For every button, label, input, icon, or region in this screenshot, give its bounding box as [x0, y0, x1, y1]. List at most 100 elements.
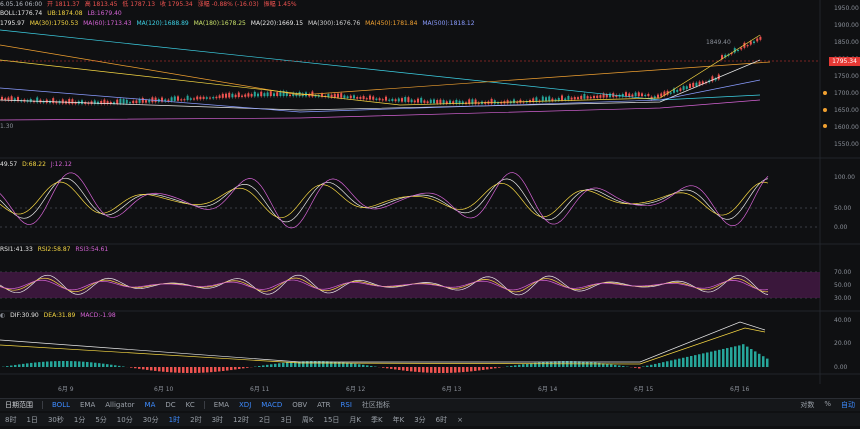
- indicator-boll-button[interactable]: BOLL: [52, 401, 70, 409]
- candle-body: [634, 92, 637, 97]
- interval-button[interactable]: 3日: [280, 415, 291, 425]
- chart-canvas[interactable]: 1950.001900.001850.001800.001750.001700.…: [0, 0, 860, 398]
- candle-body: [429, 99, 432, 104]
- candle-body: [228, 92, 231, 98]
- indicator-ema-button[interactable]: EMA: [214, 401, 229, 409]
- indicator-xdj-button[interactable]: XDJ: [239, 401, 251, 409]
- candle-body: [564, 98, 567, 101]
- macd-bar: [606, 363, 609, 367]
- interval-button[interactable]: 1分: [74, 415, 85, 425]
- candle-body: [71, 99, 74, 104]
- candle-body: [631, 94, 634, 97]
- ma450-value: MA(450):1781.84: [365, 20, 418, 27]
- interval-button[interactable]: 10分: [117, 415, 133, 425]
- macd-bar: [522, 364, 525, 367]
- candle-body: [253, 91, 256, 97]
- open-value: 开 1811.37: [47, 1, 80, 8]
- alert-dot-icon[interactable]: [823, 91, 827, 95]
- macd-bar: [526, 363, 529, 367]
- interval-button[interactable]: 1日: [26, 415, 37, 425]
- indicator-kc-button[interactable]: KC: [186, 401, 195, 409]
- indicator-rsi-button[interactable]: RSI: [341, 401, 352, 409]
- interval-button[interactable]: 8时: [5, 415, 16, 425]
- candle-body: [391, 98, 394, 102]
- indicator--button[interactable]: 社区指标: [362, 400, 390, 410]
- macd-bar: [430, 367, 433, 373]
- candle-body: [641, 93, 643, 97]
- candle-body: [218, 95, 221, 99]
- macd-bar: [538, 362, 541, 367]
- candle-body: [609, 93, 611, 98]
- interval-button[interactable]: 季K: [371, 415, 383, 425]
- interval-button[interactable]: 3时: [212, 415, 223, 425]
- candle-body: [410, 99, 413, 103]
- macd-bar: [718, 349, 721, 367]
- interval-button[interactable]: 月K: [349, 415, 361, 425]
- interval-list: 8时 1日 30秒 1分 5分 10分 30分 1时 2时 3时 12时 2日 3日 周K 15日 月K 季K 年…: [0, 415, 452, 425]
- scale-options: 对数% 自动: [795, 400, 860, 410]
- indicator-ema-button[interactable]: EMA: [80, 401, 95, 409]
- interval-button[interactable]: 周K: [302, 415, 314, 425]
- macd-bar: [106, 364, 109, 367]
- scale-option-button[interactable]: 自动: [841, 400, 855, 410]
- alert-dot-icon[interactable]: [823, 124, 827, 128]
- candle-body: [647, 93, 650, 97]
- macd-bar: [166, 367, 169, 373]
- candle-body: [385, 96, 387, 101]
- close-icon[interactable]: ×: [457, 416, 463, 424]
- candle-body: [269, 91, 272, 97]
- interval-button[interactable]: 6时: [436, 415, 447, 425]
- interval-button[interactable]: 30分: [143, 415, 159, 425]
- macd-bar: [446, 367, 449, 373]
- macd-bar: [646, 365, 649, 367]
- candle-body: [234, 94, 237, 98]
- indicator-macd-button[interactable]: MACD: [261, 401, 282, 409]
- interval-button[interactable]: 3分: [414, 415, 425, 425]
- date-range-label[interactable]: 日期范围: [5, 400, 33, 410]
- candle-body: [628, 93, 631, 97]
- scale-option-button[interactable]: 对数: [800, 400, 814, 410]
- alert-dot-icon[interactable]: [823, 108, 827, 112]
- candle-body: [362, 96, 365, 100]
- macd-bar: [362, 364, 365, 367]
- indicator-tick-label: 100.00: [834, 174, 855, 181]
- indicator-alligator-button[interactable]: Alligator: [105, 401, 134, 409]
- macd-dea-line: [0, 327, 766, 365]
- candle-body: [257, 93, 259, 97]
- interval-button[interactable]: 12时: [233, 415, 249, 425]
- time-tick-label: 6月 16: [730, 386, 750, 393]
- interval-button[interactable]: 5分: [95, 415, 106, 425]
- macd-bar: [210, 367, 213, 373]
- candle-body: [372, 96, 375, 100]
- candle-body: [445, 101, 448, 104]
- macd-bar: [662, 362, 665, 367]
- scale-option-button[interactable]: %: [824, 400, 831, 410]
- indicator-dc-button[interactable]: DC: [165, 401, 175, 409]
- candle-body: [365, 98, 368, 100]
- macd-bar: [26, 363, 29, 367]
- rsi3-value: RSI3:54.61: [75, 246, 109, 253]
- ma120-value: MA(120):1688.89: [136, 20, 189, 27]
- boll-value: BOLL:1776.74: [0, 10, 43, 17]
- divider: [42, 401, 43, 409]
- interval-button[interactable]: 2日: [259, 415, 270, 425]
- interval-button[interactable]: 1时: [169, 415, 180, 425]
- macd-bar: [6, 366, 9, 367]
- indicator-atr-button[interactable]: ATR: [317, 401, 330, 409]
- price-tick-label: 1750.00: [834, 73, 859, 80]
- indicator-tick-label: 40.00: [834, 317, 851, 324]
- indicator-obv-button[interactable]: OBV: [292, 401, 307, 409]
- macd-bar: [134, 367, 137, 369]
- macd-bar: [270, 364, 273, 367]
- interval-button[interactable]: 2时: [190, 415, 201, 425]
- macd-bar: [482, 367, 485, 370]
- candle-body: [141, 97, 144, 103]
- interval-button[interactable]: 15日: [324, 415, 340, 425]
- indicator-ma-button[interactable]: MA: [145, 401, 156, 409]
- macd-bar: [610, 364, 613, 367]
- indicator-tick-label: 0.00: [834, 364, 848, 371]
- kdj-info: 49.57 D:68.22 J:12.12: [0, 161, 75, 169]
- ma450-line: [0, 44, 771, 96]
- interval-button[interactable]: 年K: [393, 415, 405, 425]
- interval-button[interactable]: 30秒: [48, 415, 64, 425]
